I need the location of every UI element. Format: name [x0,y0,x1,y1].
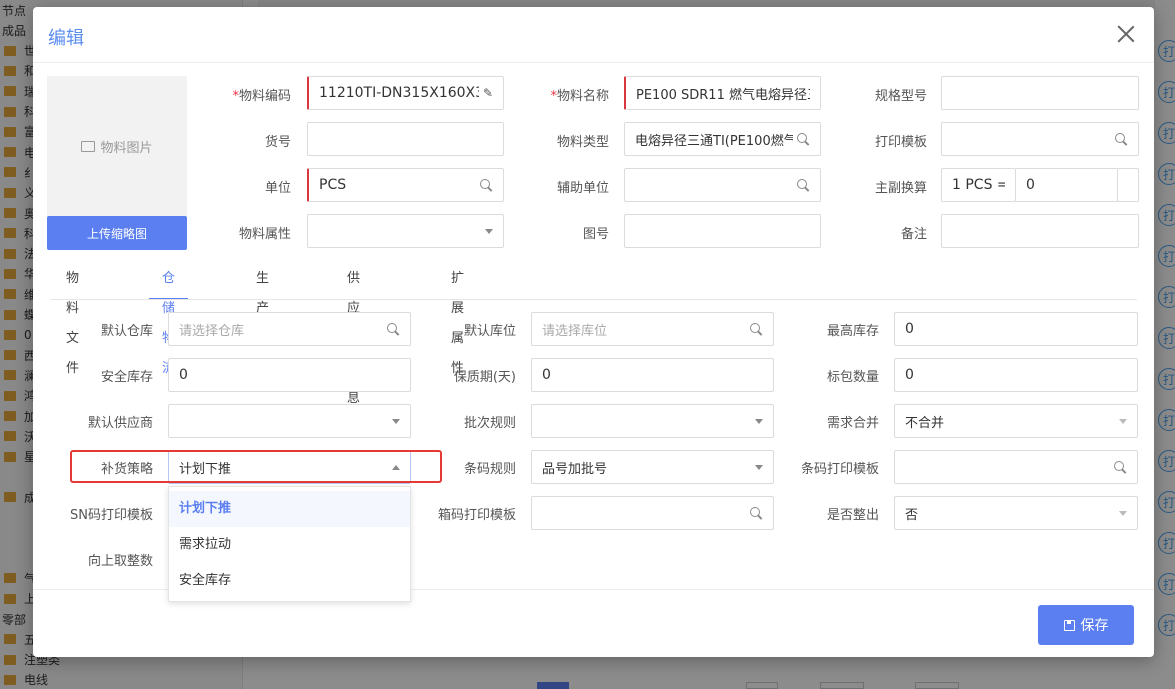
unit-field[interactable]: PCS [307,168,504,202]
tab-divider [51,299,1137,300]
chevron-down-icon [755,418,763,424]
shelf-life-field[interactable]: 0 [531,358,774,392]
conversion-prefix: 1 PCS = [941,168,1016,202]
default-location-field[interactable]: 请选择库位 [531,312,774,346]
edit-modal: 编辑 物料图片 上传缩略图 *物料编码 11210TI-DN315X160X31… [33,7,1154,657]
material-name-label: *物料名称 [550,89,609,104]
replenish-strategy-dropdown: 计划下推 需求拉动 安全库存 [168,486,411,602]
barcode-rule-label: 条码规则 [463,462,516,477]
default-supplier-select[interactable] [168,404,411,438]
aux-unit-field[interactable] [624,168,821,202]
pack-qty-field[interactable]: 0 [894,358,1138,392]
box-print-template-field[interactable] [531,496,774,530]
barcode-print-template-label: 条码打印模板 [800,462,879,477]
material-type-field[interactable]: 电熔异径三通TI(PE100燃气 [624,122,821,156]
chevron-down-icon [392,418,400,424]
drawing-no-label: 图号 [582,227,609,242]
edit-pencil-icon[interactable]: ✎ [483,86,493,100]
batch-rule-label: 批次规则 [463,416,516,431]
search-icon[interactable] [797,178,810,192]
upload-thumbnail-button[interactable]: 上传缩略图 [47,216,187,250]
print-template-label: 打印模板 [874,135,927,150]
print-template-field[interactable] [941,122,1139,156]
whole-out-select[interactable]: 否 [894,496,1138,530]
replenish-strategy-select[interactable]: 计划下推 [168,450,411,484]
dropdown-option[interactable]: 需求拉动 [169,527,410,563]
modal-title: 编辑 [48,28,84,49]
save-button[interactable]: 保存 [1038,605,1134,645]
barcode-print-template-field[interactable] [894,450,1138,484]
search-icon[interactable] [1115,132,1128,146]
default-supplier-label: 默认供应商 [87,416,153,431]
search-icon[interactable] [797,132,810,146]
chevron-down-icon [485,228,493,234]
search-icon[interactable] [1114,460,1127,474]
search-icon[interactable] [387,322,400,336]
remark-field[interactable] [941,214,1139,248]
replenish-strategy-label: 补货策略 [100,462,153,477]
chevron-down-icon [1119,418,1127,424]
sn-print-template-label: SN码打印模板 [70,508,153,523]
safety-stock-field[interactable]: 0 [168,358,411,392]
material-type-label: 物料类型 [556,135,609,150]
box-print-template-label: 箱码打印模板 [437,508,516,523]
unit-label: 单位 [264,181,291,196]
search-icon[interactable] [480,178,493,192]
aux-unit-label: 辅助单位 [556,181,609,196]
barcode-rule-select[interactable]: 品号加批号 [531,450,774,484]
max-stock-field[interactable]: 0 [894,312,1138,346]
whole-out-label: 是否整出 [826,508,879,523]
spec-model-label: 规格型号 [874,89,927,104]
round-up-label: 向上取整数 [87,554,153,569]
default-warehouse-label: 默认仓库 [100,324,153,339]
dropdown-option[interactable]: 安全库存 [169,563,410,599]
dropdown-option[interactable]: 计划下推 [169,491,410,527]
safety-stock-label: 安全库存 [100,370,153,385]
material-attr-select[interactable] [307,214,504,248]
demand-merge-select[interactable]: 不合并 [894,404,1138,438]
modal-header: 编辑 [33,7,1154,63]
search-icon[interactable] [750,506,763,520]
save-icon [1063,619,1075,631]
tab-extended-attrs[interactable]: 扩展属性 [451,264,464,376]
chevron-down-icon [755,464,763,470]
max-stock-label: 最高库存 [826,324,879,339]
chevron-down-icon [1119,510,1127,516]
remark-label: 备注 [900,227,927,242]
tab-material-files[interactable]: 物料文件 [66,264,79,376]
conversion-unit-field[interactable] [1117,168,1139,202]
image-placeholder-text: 物料图片 [100,140,153,156]
tab-supplier-info[interactable]: 供应商信息 [347,264,360,406]
default-warehouse-field[interactable]: 请选择仓库 [168,312,411,346]
conversion-value-field[interactable]: 0 [1015,168,1118,202]
item-no-label: 货号 [264,135,291,150]
chevron-up-icon [392,464,400,470]
batch-rule-select[interactable] [531,404,774,438]
tab-production-params[interactable]: 生产参数 [256,264,269,376]
conversion-label: 主副换算 [874,181,927,196]
spec-model-field[interactable] [941,76,1139,110]
default-location-label: 默认库位 [463,324,516,339]
save-button-label: 保存 [1080,617,1109,633]
demand-merge-label: 需求合并 [826,416,879,431]
search-icon[interactable] [750,322,763,336]
image-icon [81,140,96,152]
material-code-field[interactable]: 11210TI-DN315X160X315✎ [307,76,504,110]
material-code-label: *物料编码 [232,89,291,104]
pack-qty-label: 标包数量 [826,370,879,385]
tab-warehouse-logistics[interactable]: 仓储物流 [149,264,189,376]
material-name-field[interactable]: PE100 SDR11 燃气电熔异径三通 [624,76,821,110]
drawing-no-field[interactable] [624,214,821,248]
material-attr-label: 物料属性 [238,227,291,242]
shelf-life-label: 保质期(天) [453,370,516,385]
material-image-placeholder[interactable]: 物料图片 [47,76,187,216]
item-no-field[interactable] [307,122,504,156]
close-icon[interactable] [1116,24,1136,44]
